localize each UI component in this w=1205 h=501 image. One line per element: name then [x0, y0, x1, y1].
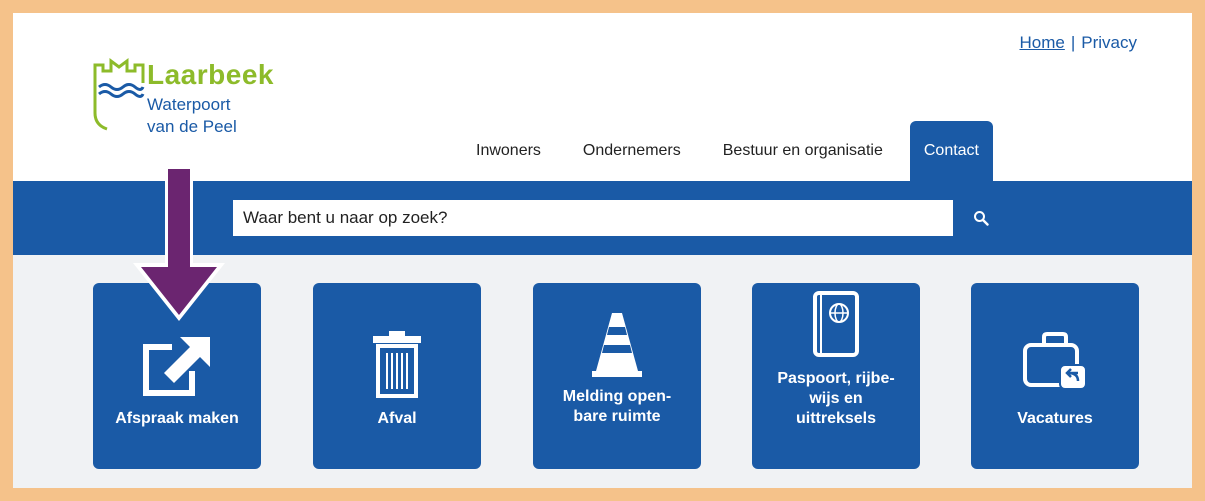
tile-label-line: bare ruimte	[573, 408, 661, 425]
link-separator: |	[1070, 33, 1076, 52]
briefcase-icon	[1023, 332, 1087, 390]
nav-item-contact[interactable]: Contact	[909, 121, 993, 181]
traffic-cone-icon	[592, 313, 642, 377]
nav-item-inwoners[interactable]: Inwoners	[455, 121, 562, 181]
passport-icon	[813, 291, 859, 357]
external-link-icon	[143, 337, 210, 396]
main-navigation: Inwoners Ondernemers Bestuur en organisa…	[455, 121, 993, 181]
privacy-link[interactable]: Privacy	[1081, 33, 1137, 52]
tile-label-line: Paspoort, rijbe-	[777, 370, 895, 387]
tile-label-line: wijs en	[809, 390, 863, 407]
search-button[interactable]	[963, 200, 999, 236]
tile-label-line: uittreksels	[795, 410, 877, 427]
tile-afval[interactable]: Afval	[313, 283, 481, 469]
annotation-arrow	[133, 167, 225, 321]
utility-links: Home | Privacy	[1019, 33, 1137, 53]
tile-label: Afspraak maken	[115, 410, 239, 427]
site-logo[interactable]: Laarbeek Waterpoort van de Peel	[93, 53, 293, 143]
tile-paspoort[interactable]: Paspoort, rijbe- wijs en uittreksels	[752, 283, 920, 469]
tile-vacatures[interactable]: Vacatures	[971, 283, 1139, 469]
tile-label: Vacatures	[1017, 410, 1093, 427]
tile-melding-openbare-ruimte[interactable]: Melding open- bare ruimte	[533, 283, 701, 469]
tile-label: Afval	[377, 410, 417, 427]
logo-tagline-2: van de Peel	[147, 117, 237, 136]
logo-tagline-1: Waterpoort	[147, 95, 231, 114]
trash-can-icon	[373, 331, 421, 398]
nav-item-bestuur-en-organisatie[interactable]: Bestuur en organisatie	[702, 121, 904, 181]
search-icon	[974, 211, 989, 226]
search-input[interactable]: Waar bent u naar op zoek?	[233, 200, 953, 236]
page-frame: Home | Privacy Laarbeek Waterpoort van de …	[13, 13, 1192, 488]
nav-item-ondernemers[interactable]: Ondernemers	[562, 121, 702, 181]
home-link[interactable]: Home	[1019, 33, 1064, 52]
logo-name: Laarbeek	[147, 59, 274, 90]
tile-label-line: Melding open-	[562, 388, 672, 405]
laarbeek-emblem-icon	[93, 58, 145, 131]
